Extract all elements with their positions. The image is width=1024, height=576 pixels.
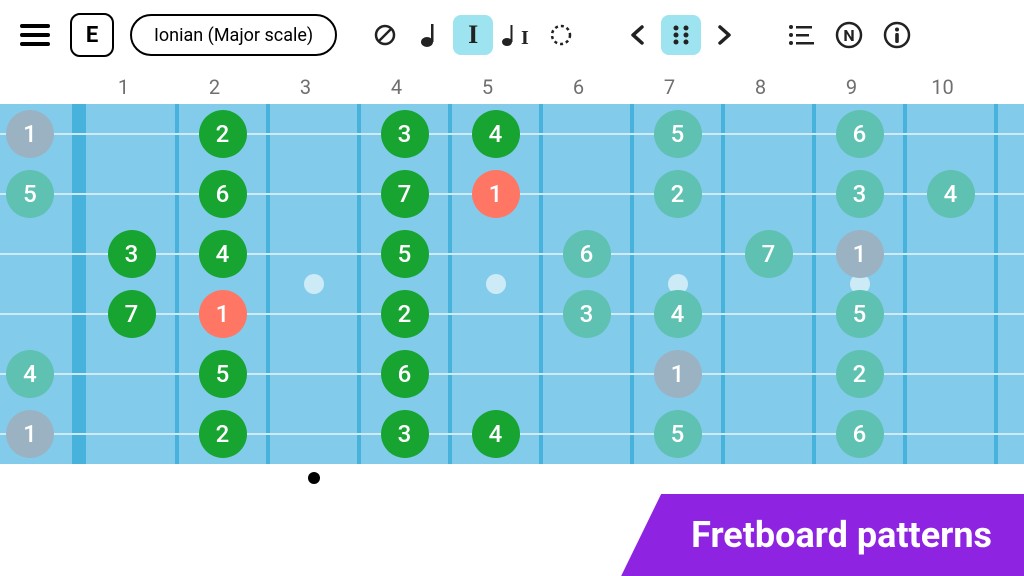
fret-line bbox=[266, 104, 270, 464]
fret-number-row: 12345678910 bbox=[0, 70, 1024, 104]
fret-marker-row bbox=[0, 464, 1024, 494]
fretboard-note[interactable]: 6 bbox=[199, 170, 247, 218]
display-mode-group: I I bbox=[365, 15, 581, 55]
fret-line bbox=[448, 104, 452, 464]
info-icon[interactable] bbox=[877, 15, 917, 55]
outline-circle-icon[interactable] bbox=[541, 15, 581, 55]
menu-icon[interactable] bbox=[16, 20, 54, 50]
toolbar: E Ionian (Major scale) I I bbox=[0, 0, 1024, 70]
fretboard-note[interactable]: 2 bbox=[199, 410, 247, 458]
prev-pattern-button[interactable] bbox=[617, 15, 657, 55]
fretboard-note[interactable]: 1 bbox=[472, 170, 520, 218]
fretboard-note[interactable]: 3 bbox=[108, 230, 156, 278]
note-icon[interactable] bbox=[409, 15, 449, 55]
fretboard-note[interactable]: 2 bbox=[836, 350, 884, 398]
fret-number: 1 bbox=[78, 75, 169, 99]
fretboard-note[interactable]: 6 bbox=[381, 350, 429, 398]
fretboard-note[interactable]: 2 bbox=[381, 290, 429, 338]
fret-line bbox=[630, 104, 634, 464]
fret-line bbox=[903, 104, 907, 464]
fretboard-note[interactable]: 6 bbox=[836, 110, 884, 158]
fretboard-note[interactable]: 1 bbox=[836, 230, 884, 278]
fretboard-note[interactable]: 7 bbox=[381, 170, 429, 218]
fret-line bbox=[721, 104, 725, 464]
svg-text:N: N bbox=[844, 26, 855, 45]
pattern-nav-group bbox=[617, 15, 745, 55]
fretboard-note[interactable]: 2 bbox=[654, 170, 702, 218]
fretboard-note[interactable]: 5 bbox=[381, 230, 429, 278]
fret-number: 7 bbox=[624, 75, 715, 99]
fretboard-note[interactable]: 3 bbox=[381, 110, 429, 158]
fretboard-note[interactable]: 3 bbox=[836, 170, 884, 218]
fretboard-note[interactable]: 1 bbox=[199, 290, 247, 338]
fretboard-note[interactable]: 1 bbox=[654, 350, 702, 398]
list-icon[interactable] bbox=[781, 15, 821, 55]
fretboard-note[interactable]: 4 bbox=[654, 290, 702, 338]
fret-number: 6 bbox=[533, 75, 624, 99]
fret-marker-dot bbox=[308, 472, 320, 484]
fretboard-note[interactable]: 4 bbox=[6, 350, 54, 398]
fretboard-inlay bbox=[304, 274, 324, 294]
fretboard-nut bbox=[72, 104, 86, 464]
fretboard-note[interactable]: 4 bbox=[472, 110, 520, 158]
fretboard-note[interactable]: 6 bbox=[563, 230, 611, 278]
fretboard-note[interactable]: 4 bbox=[199, 230, 247, 278]
fret-number: 9 bbox=[806, 75, 897, 99]
note-name-toggle-icon[interactable]: N bbox=[829, 15, 869, 55]
note-interval-icon[interactable]: I bbox=[497, 15, 537, 55]
fretboard-note[interactable]: 4 bbox=[472, 410, 520, 458]
pattern-grid-icon[interactable] bbox=[661, 15, 701, 55]
fret-number: 3 bbox=[260, 75, 351, 99]
fretboard-note[interactable]: 5 bbox=[654, 410, 702, 458]
fret-number: 2 bbox=[169, 75, 260, 99]
fret-number: 10 bbox=[897, 75, 988, 99]
fret-line bbox=[539, 104, 543, 464]
fretboard-note[interactable]: 6 bbox=[836, 410, 884, 458]
fretboard-note[interactable]: 5 bbox=[6, 170, 54, 218]
fretboard-note[interactable]: 7 bbox=[745, 230, 793, 278]
fret-number: 5 bbox=[442, 75, 533, 99]
fretboard-note[interactable]: 5 bbox=[199, 350, 247, 398]
empty-note-icon[interactable] bbox=[365, 15, 405, 55]
fretboard-inlay bbox=[486, 274, 506, 294]
svg-text:I: I bbox=[521, 27, 529, 48]
fretboard[interactable]: 154137264152375263414635241576315264 bbox=[0, 104, 1024, 464]
fretboard-note[interactable]: 5 bbox=[654, 110, 702, 158]
fret-line bbox=[357, 104, 361, 464]
fret-line bbox=[175, 104, 179, 464]
fretboard-note[interactable]: 3 bbox=[381, 410, 429, 458]
fretboard-note[interactable]: 1 bbox=[6, 410, 54, 458]
promo-banner: Fretboard patterns bbox=[621, 494, 1024, 576]
fretboard-note[interactable]: 3 bbox=[563, 290, 611, 338]
fret-number: 8 bbox=[715, 75, 806, 99]
fret-line bbox=[812, 104, 816, 464]
key-selector[interactable]: E bbox=[70, 13, 114, 57]
fretboard-note[interactable]: 1 bbox=[6, 110, 54, 158]
scale-selector[interactable]: Ionian (Major scale) bbox=[130, 14, 337, 56]
fretboard-note[interactable]: 2 bbox=[199, 110, 247, 158]
interval-icon[interactable]: I bbox=[453, 15, 493, 55]
fretboard-note[interactable]: 4 bbox=[927, 170, 975, 218]
fretboard-note[interactable]: 5 bbox=[836, 290, 884, 338]
fret-line bbox=[994, 104, 998, 464]
fret-number: 4 bbox=[351, 75, 442, 99]
next-pattern-button[interactable] bbox=[705, 15, 745, 55]
fretboard-note[interactable]: 7 bbox=[108, 290, 156, 338]
